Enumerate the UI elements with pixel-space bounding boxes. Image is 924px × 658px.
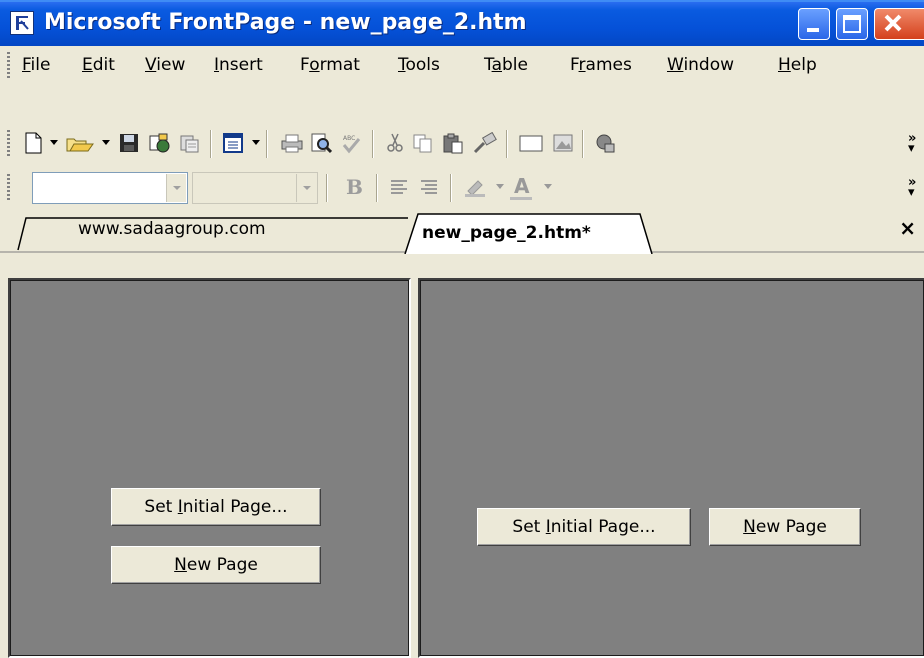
save-icon[interactable] xyxy=(118,132,140,154)
menu-insert[interactable]: Insert xyxy=(214,55,263,75)
right-frame-border xyxy=(420,280,924,656)
new-page-icon[interactable] xyxy=(22,132,44,154)
align-left-icon[interactable] xyxy=(388,176,410,198)
toolbar-grip[interactable] xyxy=(7,130,10,158)
insert-table-icon[interactable] xyxy=(518,132,544,154)
toolbar-separator xyxy=(506,130,508,158)
font-dropdown-button[interactable] xyxy=(296,174,316,202)
folder-list-icon[interactable] xyxy=(178,132,200,154)
left-set-initial-page-button[interactable]: Set Initial Page... xyxy=(111,488,321,526)
tab-new-page-2[interactable]: new_page_2.htm* xyxy=(422,223,591,243)
menu-table[interactable]: Table xyxy=(484,55,528,75)
toolbar-separator xyxy=(582,130,584,158)
close-window-button[interactable] xyxy=(874,8,924,40)
minimize-icon xyxy=(807,28,819,32)
bold-icon[interactable]: B xyxy=(346,175,363,199)
menu-frames[interactable]: Frames xyxy=(570,55,632,75)
style-combo[interactable] xyxy=(32,172,188,204)
formatting-toolbar: B A » ▾ xyxy=(0,166,924,210)
frames-page-editor: Set Initial Page... New Page Set Initial… xyxy=(0,254,924,658)
toggle-pane-dropdown-arrow[interactable] xyxy=(252,140,260,145)
window-title: Microsoft FrontPage - new_page_2.htm xyxy=(44,10,527,35)
font-color-icon[interactable]: A xyxy=(510,174,536,200)
paste-icon[interactable] xyxy=(442,132,464,154)
left-set-initial-suffix: nitial Page... xyxy=(182,497,288,517)
left-new-page-suffix: ew Page xyxy=(186,555,258,575)
web-component-icon[interactable] xyxy=(594,132,616,154)
left-new-page-button[interactable]: New Page xyxy=(111,546,321,584)
menu-file[interactable]: File xyxy=(22,55,50,75)
toggle-pane-icon[interactable] xyxy=(222,132,244,154)
right-new-page-mnemonic: N xyxy=(743,517,756,537)
open-dropdown-arrow[interactable] xyxy=(102,140,110,145)
minimize-button[interactable] xyxy=(798,8,830,40)
left-frame[interactable]: Set Initial Page... New Page xyxy=(8,278,411,658)
left-new-page-mnemonic: N xyxy=(174,555,187,575)
open-folder-icon[interactable] xyxy=(66,132,94,154)
title-bar[interactable]: Microsoft FrontPage - new_page_2.htm xyxy=(0,0,924,46)
toolbar-grip[interactable] xyxy=(7,174,10,202)
right-set-initial-page-button[interactable]: Set Initial Page... xyxy=(477,508,691,546)
style-dropdown-button[interactable] xyxy=(166,174,186,202)
maximize-icon xyxy=(843,15,861,33)
toolbar-separator xyxy=(210,130,212,158)
font-color-dropdown-arrow[interactable] xyxy=(544,184,552,189)
left-frame-border xyxy=(10,280,409,656)
highlight-dropdown-arrow[interactable] xyxy=(496,184,504,189)
cut-icon[interactable] xyxy=(384,132,406,154)
new-dropdown-arrow[interactable] xyxy=(50,140,58,145)
right-set-initial-suffix: nitial Page... xyxy=(550,517,656,537)
print-icon[interactable] xyxy=(280,132,303,154)
toolbar-separator xyxy=(450,174,452,202)
standard-toolbar: ABC » ▾ xyxy=(0,122,924,166)
close-tab-icon[interactable]: × xyxy=(899,216,916,240)
right-set-initial-prefix: Set xyxy=(512,517,546,537)
standard-toolbar-overflow[interactable]: » ▾ xyxy=(908,132,916,155)
right-new-page-suffix: ew Page xyxy=(755,517,827,537)
frontpage-app-icon[interactable] xyxy=(10,11,34,35)
font-combo[interactable] xyxy=(192,172,318,204)
right-frame[interactable]: Set Initial Page... New Page xyxy=(418,278,924,658)
document-tabs: www.sadaagroup.com new_page_2.htm* × xyxy=(0,210,924,254)
toolbar-separator xyxy=(372,130,374,158)
formatting-toolbar-overflow[interactable]: » ▾ xyxy=(908,176,916,199)
menu-grip[interactable] xyxy=(7,52,10,78)
svg-text:ABC: ABC xyxy=(343,135,355,142)
right-new-page-button[interactable]: New Page xyxy=(709,508,861,546)
menu-bar: File Edit View Insert Format Tools Table… xyxy=(0,46,924,84)
menu-edit[interactable]: Edit xyxy=(82,55,115,75)
highlight-icon[interactable] xyxy=(462,176,490,198)
toolbar-separator xyxy=(266,130,268,158)
align-right-icon[interactable] xyxy=(418,176,440,198)
toolbar-separator xyxy=(326,174,328,202)
font-color-letter: A xyxy=(514,174,530,198)
format-painter-icon[interactable] xyxy=(472,131,498,154)
tab-www-sadaagroup[interactable]: www.sadaagroup.com xyxy=(78,219,266,239)
insert-picture-icon[interactable] xyxy=(552,132,574,154)
menu-view[interactable]: View xyxy=(145,55,185,75)
menu-tools[interactable]: Tools xyxy=(398,55,440,75)
left-set-initial-prefix: Set xyxy=(144,497,178,517)
close-icon xyxy=(884,14,902,32)
maximize-button[interactable] xyxy=(836,8,868,40)
copy-icon[interactable] xyxy=(412,132,434,154)
menu-help[interactable]: Help xyxy=(778,55,817,75)
print-preview-icon[interactable] xyxy=(310,132,333,154)
toolbar-separator xyxy=(376,174,378,202)
menu-window[interactable]: Window xyxy=(667,55,734,75)
publish-icon[interactable] xyxy=(148,132,170,154)
menu-format[interactable]: Format xyxy=(300,55,360,75)
spelling-icon[interactable]: ABC xyxy=(340,132,362,154)
